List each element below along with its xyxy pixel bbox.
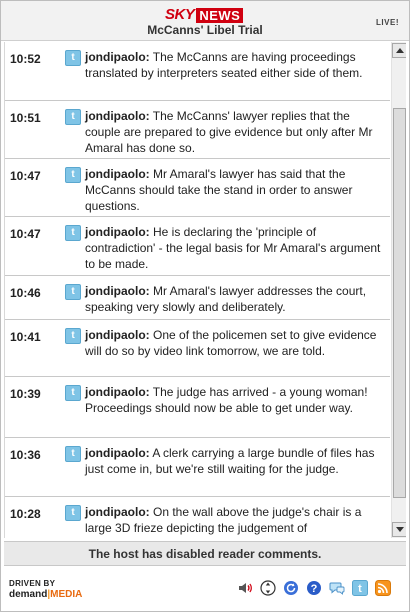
entry-author[interactable]: jondipaolo: [85, 505, 150, 519]
entry-text: jondipaolo: One of the policemen set to … [85, 327, 385, 359]
entry-time: 10:47 [10, 227, 41, 241]
speaker-icon[interactable] [237, 580, 253, 596]
entry-time: 10:51 [10, 111, 41, 125]
page-title: McCanns' Libel Trial [147, 23, 263, 37]
entry-author[interactable]: jondipaolo: [85, 167, 150, 181]
entry-author[interactable]: jondipaolo: [85, 109, 150, 123]
twitter-icon: t [65, 505, 81, 521]
driven-by-label: DRIVEN BY [9, 579, 56, 588]
twitter-icon: t [65, 446, 81, 462]
entry-row: 10:47 t jondipaolo: He is declaring the 'p… [5, 217, 390, 276]
chat-icon[interactable] [329, 580, 345, 596]
entry-author[interactable]: jondipaolo: [85, 50, 150, 64]
entry-row: 10:51 t jondipaolo: The McCanns' lawyer re… [5, 101, 390, 159]
entry-row: 10:28 t jondipaolo: On the wall above the … [5, 497, 390, 538]
entry-text: jondipaolo: A clerk carrying a large bun… [85, 445, 385, 477]
entry-text: jondipaolo: The McCanns are having proce… [85, 49, 385, 81]
logo-news-text: NEWS [196, 7, 244, 23]
live-blog-widget: SKY NEWS McCanns' Libel Trial LIVE! 10:5… [0, 0, 410, 612]
entry-author[interactable]: jondipaolo: [85, 284, 150, 298]
scroll-down-button[interactable] [392, 522, 406, 537]
header: SKY NEWS McCanns' Libel Trial LIVE! [1, 1, 409, 41]
entry-row: 10:39 t jondipaolo: The judge has arrived … [5, 377, 390, 438]
live-badge: LIVE! [376, 18, 399, 27]
logo-sky-text: SKY [165, 6, 195, 23]
entry-row: 10:47 t jondipaolo: Mr Amaral's lawyer has… [5, 159, 390, 217]
entry-author[interactable]: jondipaolo: [85, 328, 150, 342]
entry-time: 10:46 [10, 286, 41, 300]
scrollbar-thumb[interactable] [393, 108, 406, 498]
toolbar: ? t [237, 579, 398, 597]
twitter-icon: t [65, 225, 81, 241]
entry-author[interactable]: jondipaolo: [85, 225, 150, 239]
entry-author[interactable]: jondipaolo: [85, 385, 150, 399]
entry-time: 10:47 [10, 169, 41, 183]
twitter-icon: t [65, 385, 81, 401]
twitter-icon: t [65, 109, 81, 125]
feed-panel[interactable]: 10:52 t jondipaolo: The McCanns are having… [4, 42, 406, 538]
demand-media-logo[interactable]: demand|MEDIA [9, 589, 82, 600]
entry-text: jondipaolo: The McCanns' lawyer replies … [85, 108, 385, 156]
chevron-up-icon [395, 48, 404, 53]
rss-icon[interactable] [375, 580, 391, 596]
entry-row: 10:41 t jondipaolo: One of the policemen s… [5, 320, 390, 377]
twitter-icon: t [65, 328, 81, 344]
chevron-down-icon [395, 527, 404, 532]
entry-text: jondipaolo: The judge has arrived - a yo… [85, 384, 385, 416]
entry-text: jondipaolo: On the wall above the judge'… [85, 504, 385, 536]
entry-time: 10:36 [10, 448, 41, 462]
twitter-icon: t [65, 284, 81, 300]
entry-text: jondipaolo: He is declaring the 'princip… [85, 224, 385, 272]
sky-news-logo: SKY NEWS [165, 6, 244, 23]
entry-text: jondipaolo: Mr Amaral's lawyer has said … [85, 166, 385, 214]
entry-row: 10:52 t jondipaolo: The McCanns are having… [5, 42, 390, 101]
scroll-up-button[interactable] [392, 43, 406, 58]
entry-time: 10:39 [10, 387, 41, 401]
twitter-icon: t [65, 50, 81, 66]
entry-text: jondipaolo: Mr Amaral's lawyer addresses… [85, 283, 385, 315]
brand-media: MEDIA [50, 589, 83, 600]
entry-row: 10:36 t jondipaolo: A clerk carrying a lar… [5, 438, 390, 497]
brand-demand: demand [9, 589, 48, 600]
entry-time: 10:41 [10, 330, 41, 344]
scroll-mode-icon[interactable] [260, 580, 276, 596]
help-icon[interactable]: ? [306, 580, 322, 596]
refresh-icon[interactable] [283, 580, 299, 596]
scrollbar[interactable] [391, 42, 406, 538]
svg-text:?: ? [311, 583, 318, 595]
entry-time: 10:28 [10, 507, 41, 521]
entry-author[interactable]: jondipaolo: [85, 446, 150, 460]
svg-text:t: t [358, 583, 362, 595]
comments-disabled-notice: The host has disabled reader comments. [4, 541, 406, 566]
footer: DRIVEN BY demand|MEDIA ? t [1, 567, 409, 611]
twitter-icon[interactable]: t [352, 580, 368, 596]
twitter-icon: t [65, 167, 81, 183]
entry-row: 10:46 t jondipaolo: Mr Amaral's lawyer add… [5, 276, 390, 320]
entry-time: 10:52 [10, 52, 41, 66]
